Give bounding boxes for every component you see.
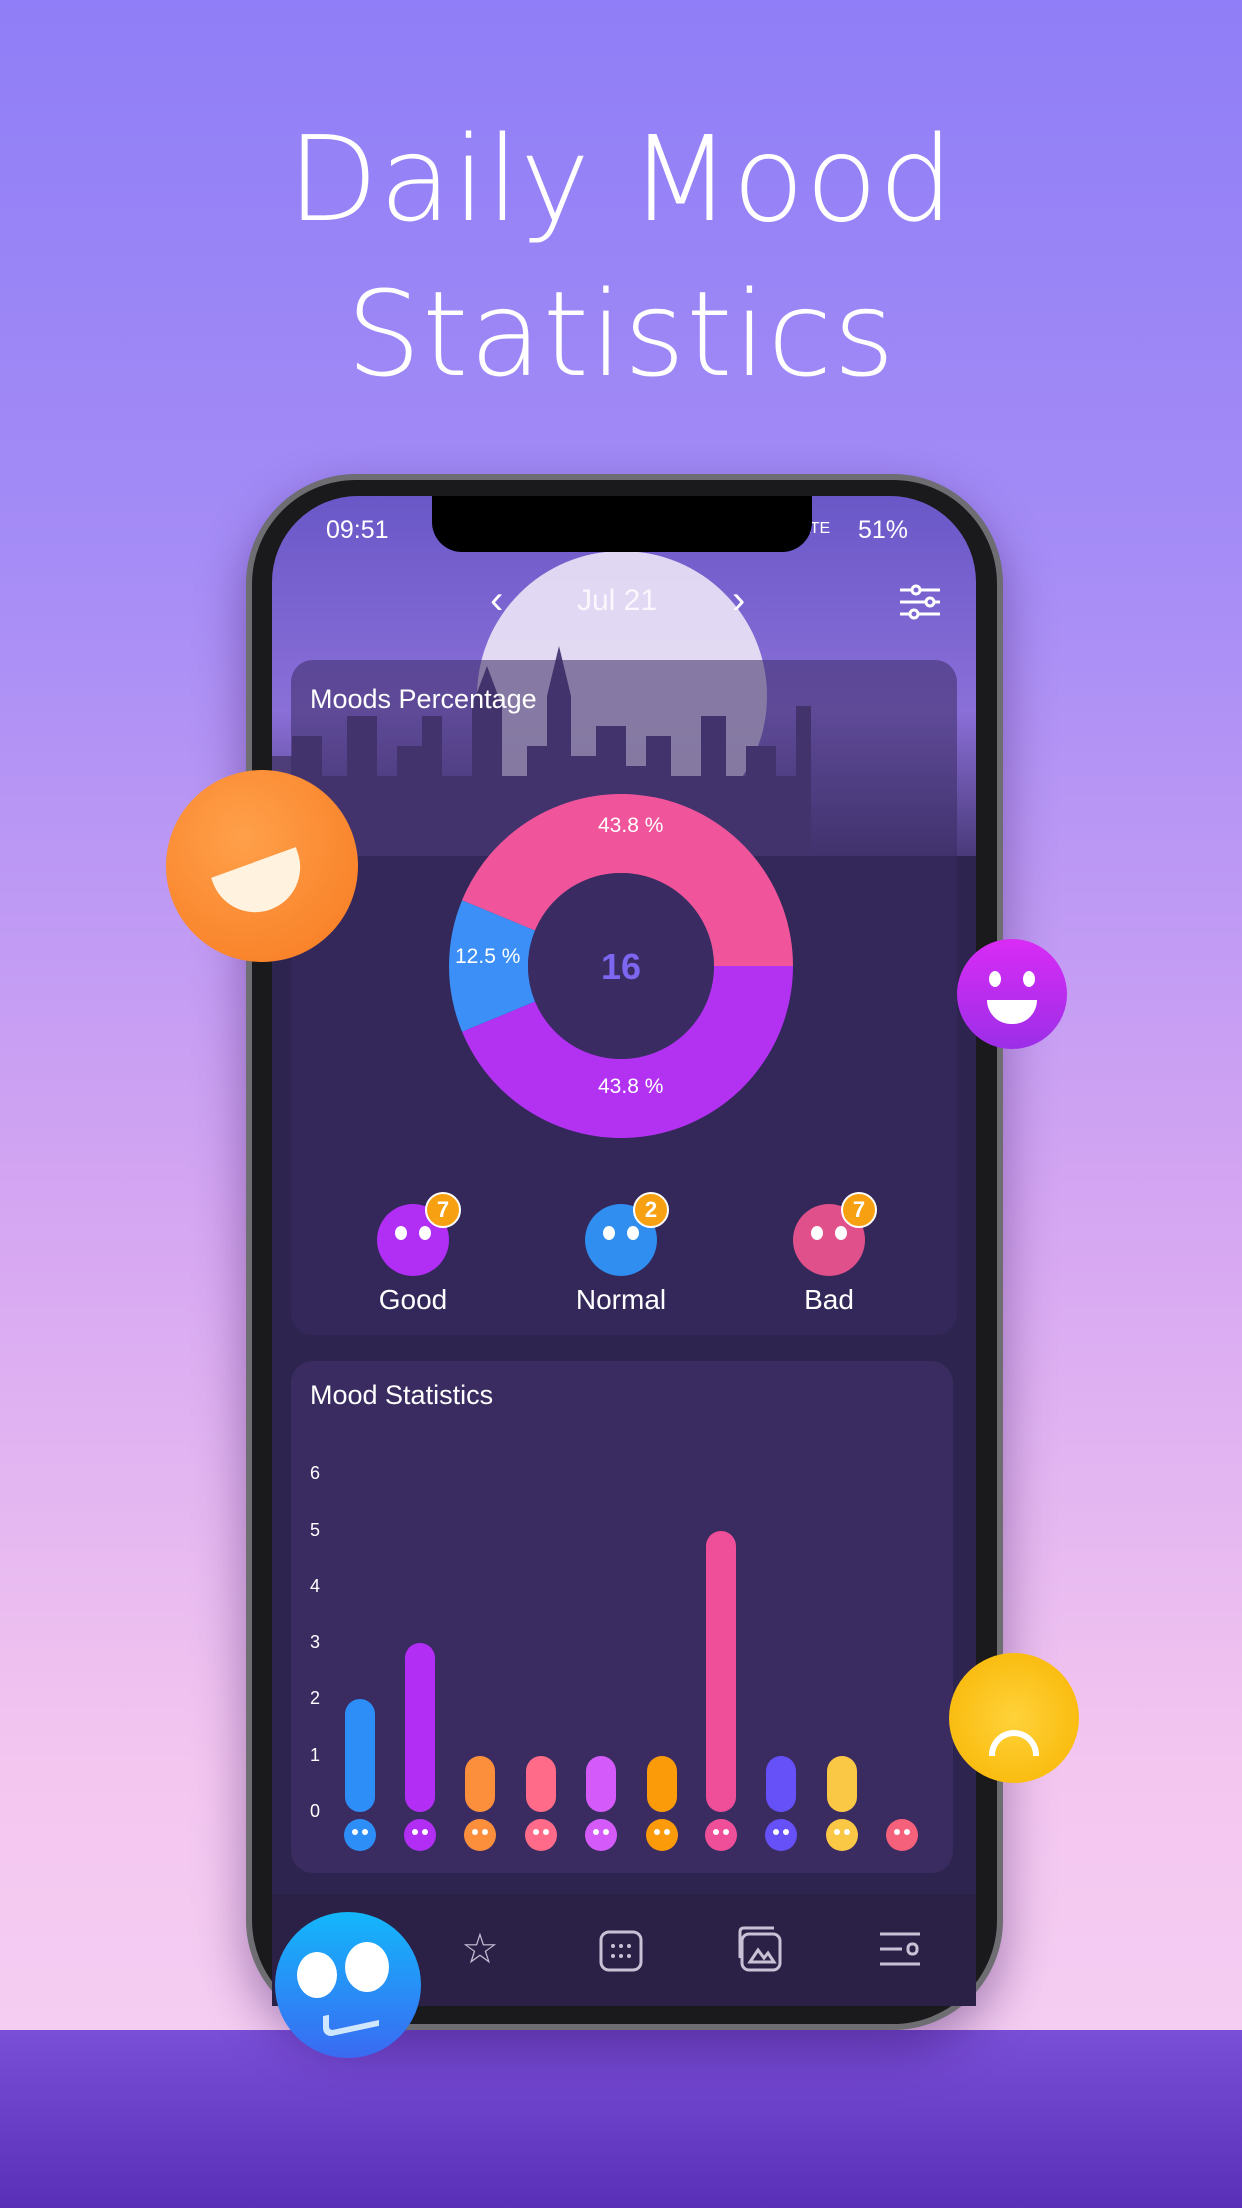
y-tick-label: 1 bbox=[310, 1744, 321, 1765]
headline-line1: Daily Mood bbox=[287, 110, 955, 248]
headline-line2: Statistics bbox=[346, 265, 896, 403]
y-tick-label: 3 bbox=[310, 1632, 321, 1653]
chevron-right-icon[interactable]: › bbox=[732, 578, 745, 623]
bar-worried[interactable] bbox=[827, 1755, 857, 1812]
calendar-icon[interactable] bbox=[598, 1926, 644, 1974]
star-icon[interactable]: ☆ bbox=[450, 1924, 510, 1973]
mood-group-count-badge: 7 bbox=[841, 1192, 877, 1228]
floor-decoration bbox=[0, 2030, 1242, 2208]
gallery-icon[interactable] bbox=[736, 1924, 786, 1974]
bar-stressed[interactable] bbox=[766, 1755, 796, 1812]
bar-confused[interactable] bbox=[345, 1699, 375, 1812]
laughing-emoji-decoration bbox=[166, 770, 358, 962]
star-eyes-emoji-icon bbox=[525, 1819, 557, 1851]
laughing-emoji-icon bbox=[464, 1819, 496, 1851]
mood-statistics-title: Mood Statistics bbox=[310, 1380, 494, 1410]
mood-group-label: Normal bbox=[575, 1284, 667, 1315]
confused-emoji-icon bbox=[344, 1819, 376, 1851]
donut-total: 16 bbox=[600, 946, 642, 987]
y-tick-label: 4 bbox=[310, 1575, 321, 1596]
bar-happy[interactable] bbox=[405, 1643, 435, 1812]
mood-group-count-badge: 2 bbox=[633, 1192, 669, 1228]
phone-notch bbox=[432, 496, 812, 552]
bar-cool[interactable] bbox=[586, 1755, 616, 1812]
stressed-emoji-icon bbox=[765, 1819, 797, 1851]
y-tick-label: 5 bbox=[310, 1519, 321, 1540]
happy-emoji-decoration bbox=[957, 939, 1067, 1049]
shocked-emoji-icon bbox=[705, 1819, 737, 1851]
slice-label-blue: 12.5 % bbox=[455, 945, 521, 968]
bar-shocked[interactable] bbox=[706, 1530, 736, 1812]
y-tick-label: 0 bbox=[310, 1801, 321, 1821]
worried-emoji-icon bbox=[826, 1819, 858, 1851]
cool-emoji-icon bbox=[585, 1819, 617, 1851]
angry-emoji-icon bbox=[886, 1819, 918, 1851]
confused-emoji-decoration[interactable] bbox=[275, 1912, 421, 2058]
y-tick-label: 6 bbox=[310, 1463, 321, 1484]
mood-group-count-badge: 7 bbox=[425, 1192, 461, 1228]
slice-label-purple: 43.8 % bbox=[598, 1075, 664, 1098]
y-tick-label: 2 bbox=[310, 1688, 321, 1709]
status-time: 09:51 bbox=[326, 516, 389, 544]
slice-label-pink: 43.8 % bbox=[598, 814, 664, 837]
mood-group-label: Bad bbox=[804, 1284, 854, 1315]
happy-emoji-icon bbox=[404, 1819, 436, 1851]
status-battery: 51% bbox=[858, 516, 909, 544]
bar-zipped[interactable] bbox=[647, 1755, 677, 1812]
month-label[interactable]: Jul 21 bbox=[577, 584, 657, 618]
mood-group-label: Good bbox=[378, 1284, 448, 1315]
moods-percentage-title: Moods Percentage bbox=[310, 684, 537, 714]
settings-icon[interactable] bbox=[878, 1930, 922, 1968]
chevron-left-icon[interactable]: ‹ bbox=[490, 578, 503, 623]
worried-emoji-decoration bbox=[949, 1653, 1079, 1783]
sliders-icon[interactable] bbox=[900, 584, 940, 620]
bar-laughing[interactable] bbox=[465, 1755, 495, 1812]
zipped-emoji-icon bbox=[646, 1819, 678, 1851]
bar-star-eyes[interactable] bbox=[526, 1755, 556, 1812]
